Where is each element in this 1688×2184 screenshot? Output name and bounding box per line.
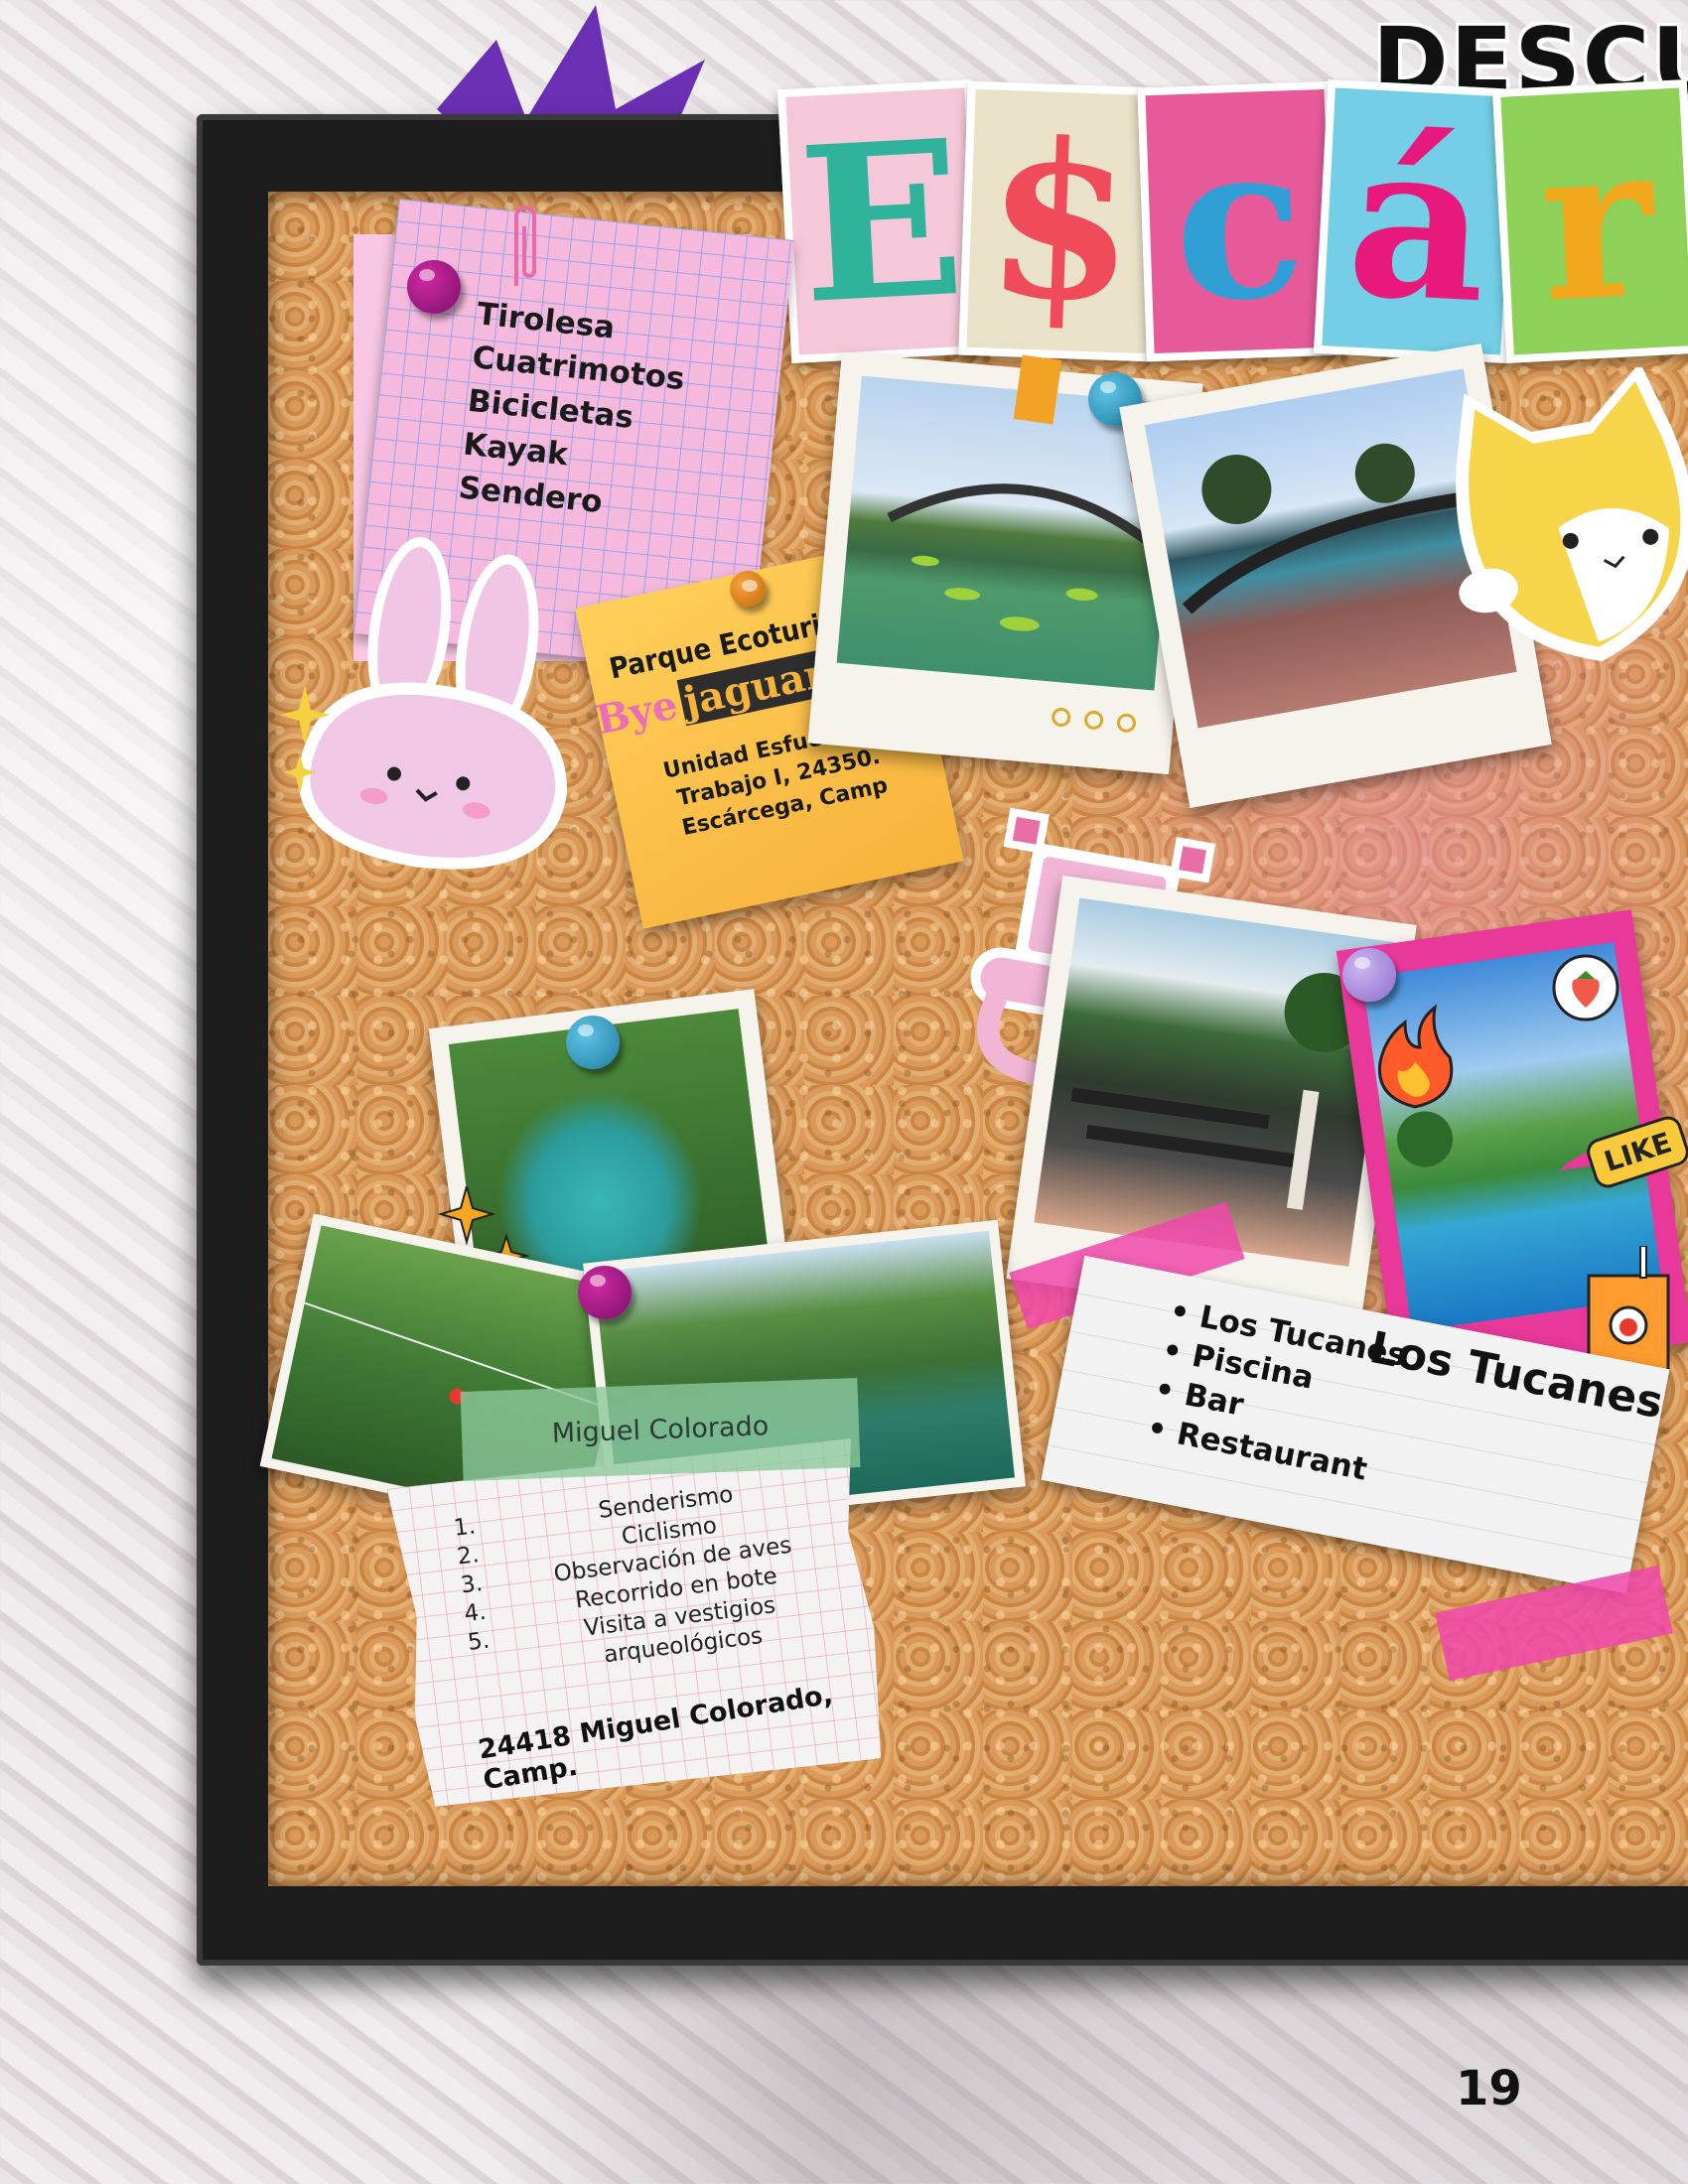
activities-list: Tirolesa Cuatrimotos Bicicletas Kayak Se… xyxy=(457,292,691,531)
title-letter: c xyxy=(1137,80,1341,362)
cat-sticker-icon xyxy=(1456,367,1688,662)
title-letter: á xyxy=(1313,79,1523,363)
pushpin-icon xyxy=(730,571,766,607)
pushpin-icon xyxy=(578,1266,632,1319)
flame-icon xyxy=(1377,1004,1454,1109)
paperclip-icon xyxy=(514,205,536,286)
miguel-colorado-banner: Miguel Colorado xyxy=(460,1378,861,1481)
strawberry-icon xyxy=(1552,954,1619,1022)
miguel-colorado-activities: 1. Senderismo 2. Ciclismo 3. Observación de… xyxy=(452,1471,828,1687)
pushpin-icon xyxy=(407,260,461,314)
title-letter: r xyxy=(1491,79,1688,363)
sparkle-icon xyxy=(280,685,330,794)
dots-icon xyxy=(1052,707,1136,733)
title-letter: E xyxy=(776,79,987,363)
page-number: 19 xyxy=(1456,2061,1522,2116)
title-letter: $ xyxy=(958,80,1163,362)
miguel-colorado-note: 1. Senderismo 2. Ciclismo 3. Observación de… xyxy=(387,1433,891,1815)
title-escar: E $ c á r xyxy=(776,79,1688,372)
los-tucanes-list: Los Tucanes Piscina Bar Restaurant xyxy=(1144,1292,1410,1493)
brand-part: Bye xyxy=(592,681,682,745)
pushpin-icon xyxy=(566,1016,620,1069)
pushpin-icon xyxy=(1342,948,1396,1002)
